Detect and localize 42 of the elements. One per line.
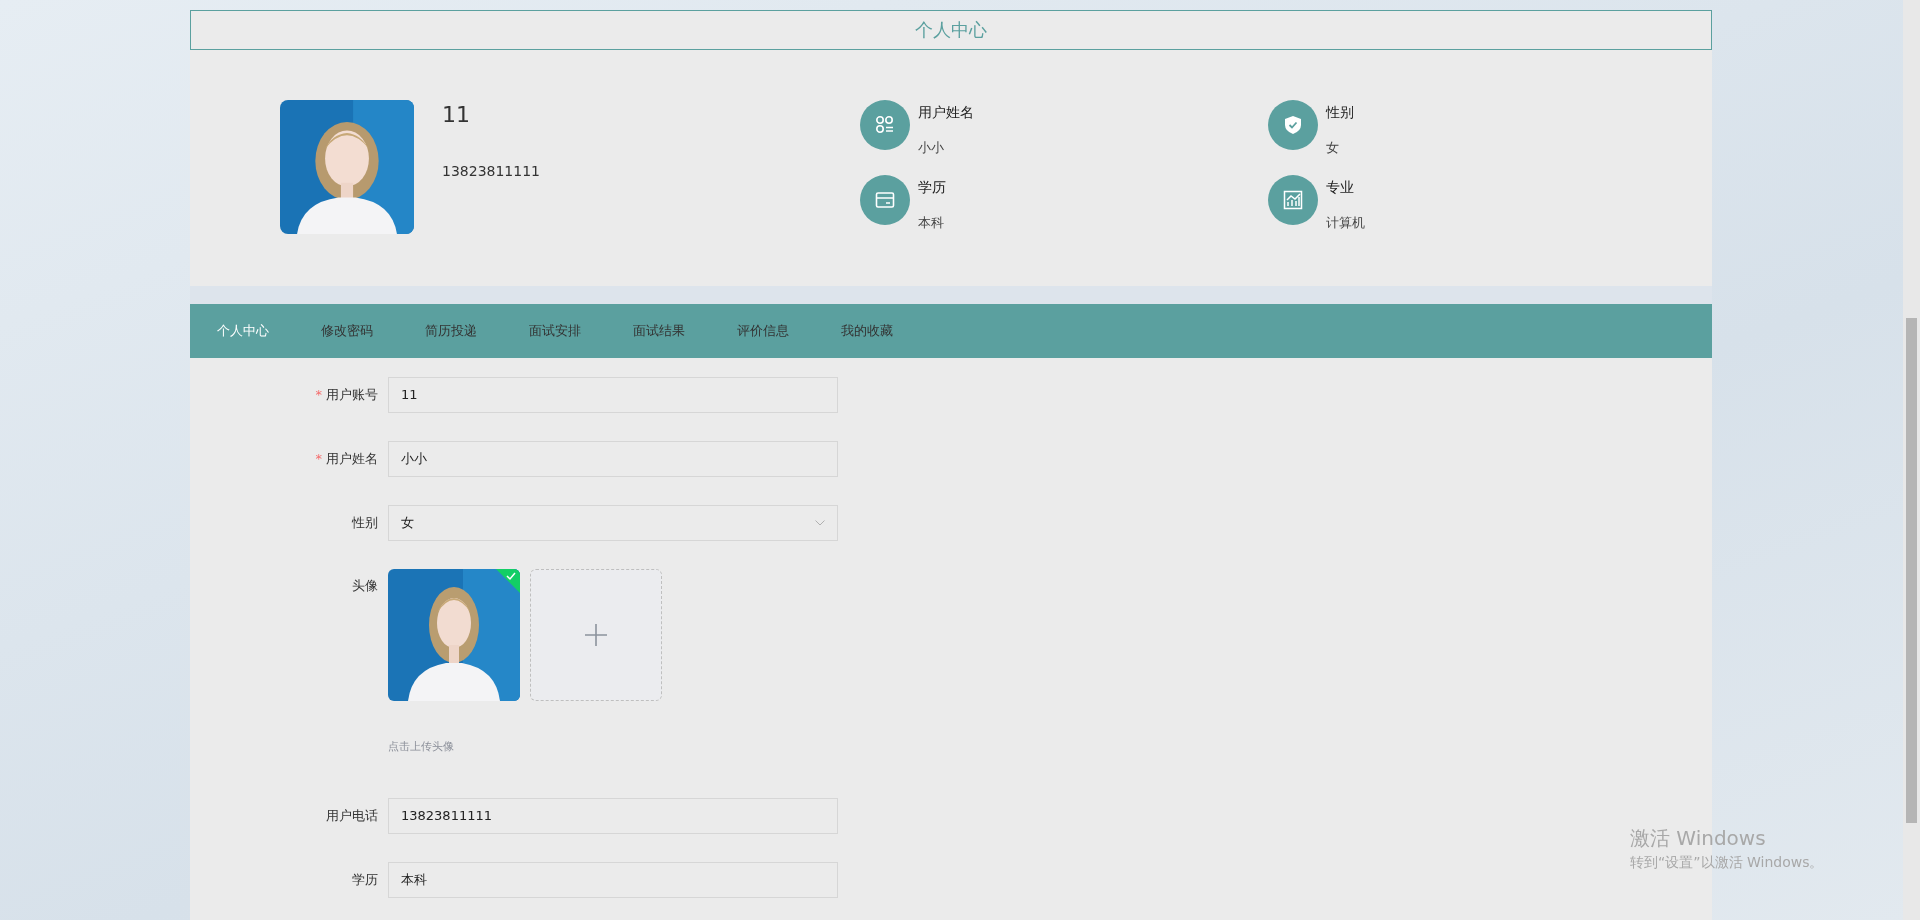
required-mark: * [315, 387, 322, 402]
field-label: 用户电话 [326, 808, 378, 823]
field-label: 学历 [352, 872, 378, 887]
tab[interactable]: 评价信息 [737, 304, 841, 358]
contacts-icon [875, 115, 895, 135]
page-title: 个人中心 [190, 10, 1712, 50]
input-field[interactable]: 13823811111 [388, 798, 838, 834]
activation-message: 转到“设置”以激活 Windows。 [1630, 854, 1824, 872]
field-label: 用户姓名 [326, 451, 378, 466]
chart-icon [1283, 190, 1303, 210]
input-field[interactable]: 小小 [388, 441, 838, 477]
tab[interactable]: 我的收藏 [841, 304, 945, 358]
required-mark: * [315, 451, 322, 466]
activation-title: 激活 Windows [1630, 825, 1767, 852]
field-label: 头像 [352, 578, 378, 593]
field-label: 用户账号 [326, 387, 378, 402]
card-icon [875, 191, 895, 209]
tab[interactable]: 简历投递 [425, 304, 529, 358]
info-value: 小小 [918, 139, 945, 157]
upload-hint: 点击上传头像 [388, 739, 455, 754]
tab[interactable]: 修改密码 [321, 304, 425, 358]
upload-button[interactable] [530, 569, 662, 701]
plus-icon [585, 624, 607, 646]
info-label: 学历 [918, 179, 946, 197]
info-value: 本科 [918, 214, 945, 232]
chevron-down-icon [815, 520, 825, 526]
input-field[interactable]: 本科 [388, 862, 838, 898]
phone-number: 13823811111 [442, 163, 541, 179]
tab[interactable]: 面试安排 [529, 304, 633, 358]
account-name: 11 [442, 102, 471, 127]
tab[interactable]: 个人中心 [217, 304, 321, 358]
field-label: 性别 [352, 515, 378, 530]
info-value: 女 [1326, 139, 1340, 157]
info-label: 用户姓名 [918, 104, 974, 122]
tab[interactable]: 面试结果 [633, 304, 737, 358]
select-field[interactable]: 女 [388, 505, 838, 541]
scrollbar[interactable] [1903, 0, 1920, 920]
info-label: 专业 [1326, 179, 1355, 197]
input-field[interactable]: 11 [388, 377, 838, 413]
shield-check-icon [1284, 115, 1302, 135]
info-label: 性别 [1326, 104, 1354, 122]
info-value: 计算机 [1326, 214, 1365, 232]
